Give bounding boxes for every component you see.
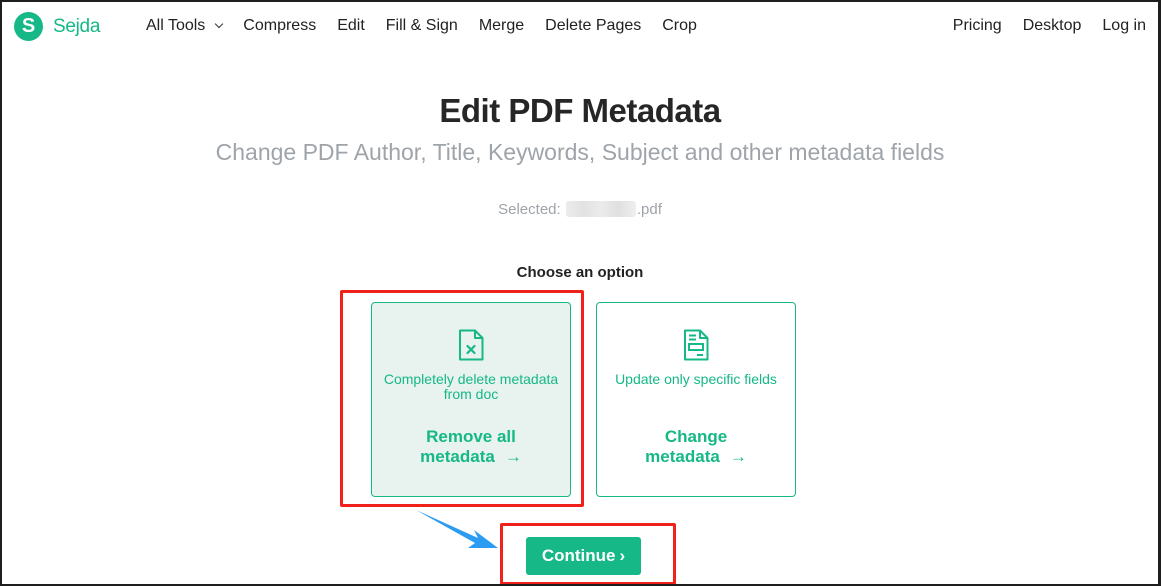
nav-all-tools-label: All Tools — [146, 17, 206, 34]
option-action-line2: metadata — [420, 447, 495, 466]
nav-all-tools[interactable]: All Tools — [146, 17, 224, 35]
nav-fill-sign[interactable]: Fill & Sign — [386, 17, 458, 35]
file-x-icon — [459, 329, 484, 361]
option-action: Change metadata → — [607, 427, 785, 467]
file-extension: .pdf — [636, 201, 662, 218]
nav-right-links: Pricing Desktop Log in — [932, 17, 1146, 35]
nav-edit[interactable]: Edit — [337, 17, 365, 35]
option-description: Completely delete metadata from doc — [383, 371, 559, 402]
choose-option-heading: Choose an option — [516, 264, 644, 281]
option-change-metadata[interactable]: Update only specific fields Change metad… — [596, 302, 796, 497]
option-description: Update only specific fields — [615, 371, 777, 387]
option-action-line1: Change — [664, 427, 728, 446]
page-title: Edit PDF Metadata — [439, 92, 721, 129]
arrow-right-icon: → — [504, 447, 522, 466]
nav-links: All Tools Compress Edit Fill & Sign Merg… — [146, 17, 718, 35]
nav-compress[interactable]: Compress — [243, 17, 316, 35]
nav-login[interactable]: Log in — [1102, 17, 1146, 35]
chevron-down-icon — [215, 19, 224, 29]
chevron-right-icon: › — [619, 546, 626, 565]
option-action-line1: Remove all — [426, 427, 516, 446]
logo-text: Sejda — [53, 15, 101, 37]
nav-delete-pages[interactable]: Delete Pages — [545, 17, 641, 35]
option-action-line2: metadata — [645, 447, 720, 466]
nav-crop[interactable]: Crop — [662, 17, 697, 35]
file-form-icon — [684, 329, 709, 361]
annotation-arrow-icon — [416, 510, 498, 548]
continue-label: Continue — [541, 546, 616, 565]
nav-pricing[interactable]: Pricing — [953, 17, 1002, 35]
arrow-right-icon: → — [729, 447, 747, 466]
sejda-logo[interactable]: S Sejda — [14, 12, 100, 41]
page-subtitle: Change PDF Author, Title, Keywords, Subj… — [215, 139, 945, 165]
browser-viewport: S Sejda All Tools Compress Edit Fill & S… — [2, 2, 1158, 584]
selected-file: Selected: .pdf — [2, 201, 1158, 218]
logo-mark-icon: S — [14, 12, 43, 41]
option-remove-all-metadata[interactable]: Completely delete metadata from doc Remo… — [371, 302, 571, 497]
redacted-filename — [565, 201, 636, 217]
nav-desktop[interactable]: Desktop — [1023, 17, 1082, 35]
selected-label: Selected: — [498, 201, 561, 218]
continue-button[interactable]: Continue › — [526, 537, 641, 575]
nav-merge[interactable]: Merge — [479, 17, 524, 35]
option-action: Remove all metadata → — [382, 427, 560, 467]
top-navigation: S Sejda All Tools Compress Edit Fill & S… — [2, 2, 1158, 52]
